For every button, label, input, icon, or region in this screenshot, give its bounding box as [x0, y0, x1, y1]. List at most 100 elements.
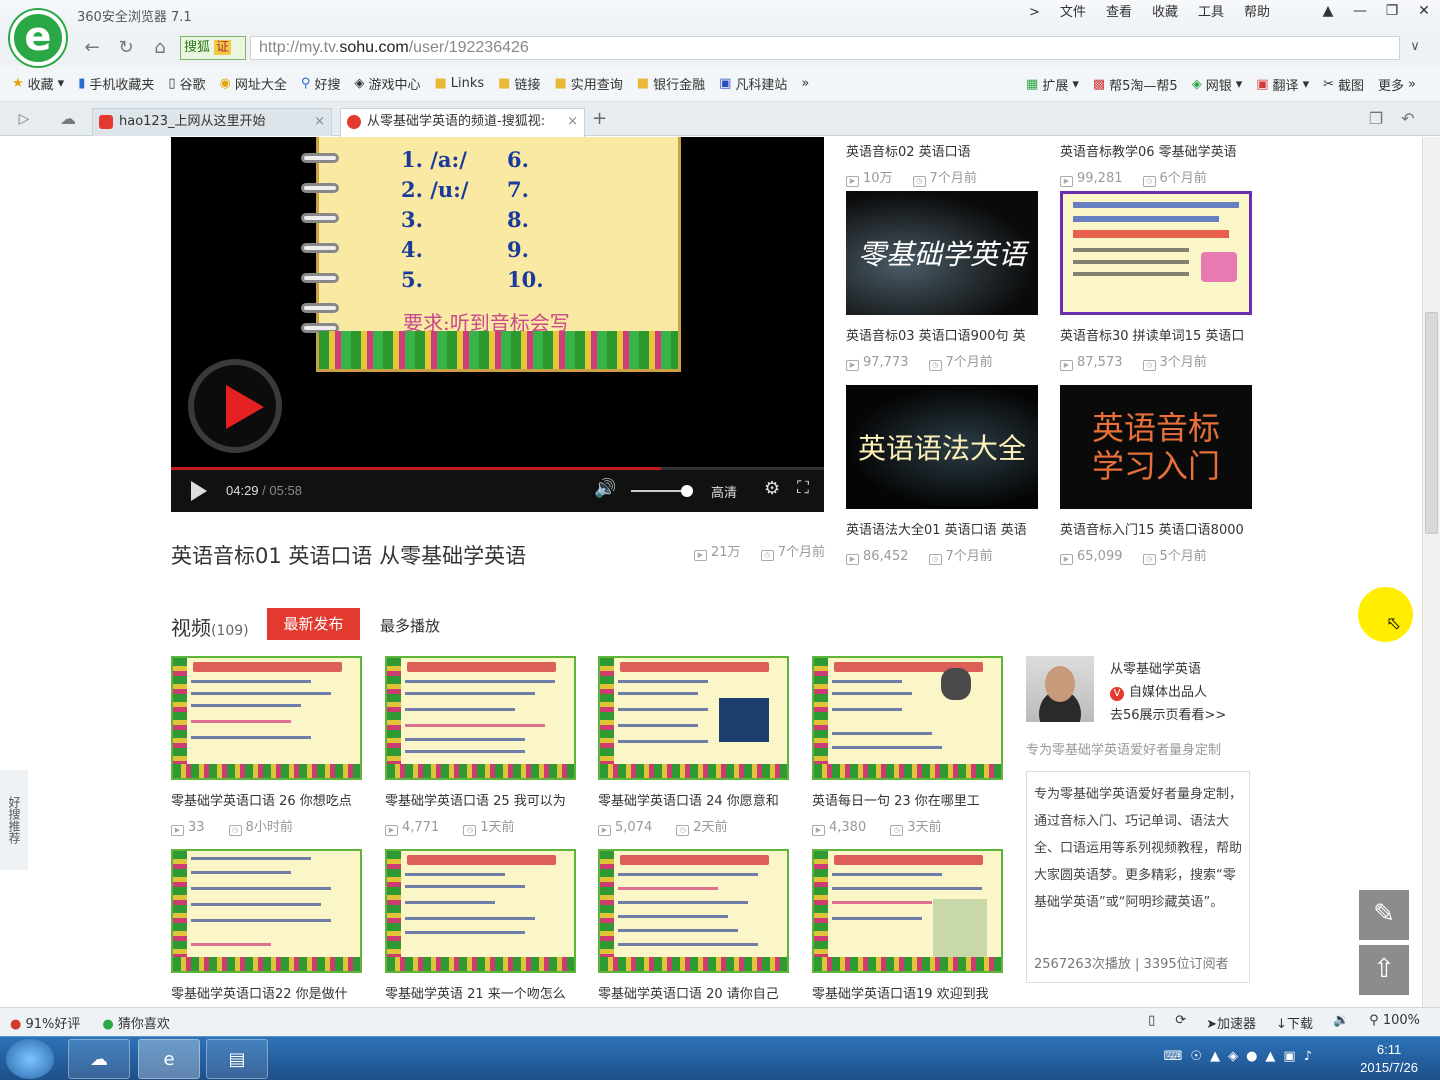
- video-card[interactable]: 零基础学英语口语22 你是做什: [171, 849, 362, 1002]
- side-video-card[interactable]: 零基础学英语 英语音标03 英语口语900句 英 ▶ 97,773 ◷ 7个月前: [846, 191, 1038, 371]
- rating-item[interactable]: ● 91%好评: [10, 1013, 80, 1032]
- tab-newest[interactable]: 最新发布: [267, 608, 360, 640]
- author-56-link[interactable]: 去56展示页看看>>: [1110, 704, 1226, 723]
- quality-button[interactable]: 高清: [711, 482, 737, 501]
- tab-most-played[interactable]: 最多播放: [380, 615, 440, 636]
- restore-tab-icon[interactable]: ❐: [1364, 107, 1388, 131]
- ext-item[interactable]: ▩ 帮5淘—帮5: [1093, 75, 1178, 94]
- browser-360-icon[interactable]: e: [138, 1039, 200, 1079]
- side-video-card[interactable]: 英语音标教学06 零基础学英语 ▶ 99,281 ◷ 6个月前: [1060, 137, 1252, 187]
- ext-item[interactable]: ▣ 翻译 ▾: [1256, 75, 1309, 94]
- fav-item[interactable]: ▯ 谷歌: [168, 74, 205, 93]
- ext-item[interactable]: ◈ 网银 ▾: [1192, 75, 1243, 94]
- undo-icon[interactable]: ↶: [1396, 107, 1420, 131]
- ext-item[interactable]: ✂ 截图: [1323, 75, 1364, 94]
- video-thumbnail[interactable]: 英语语法大全: [846, 385, 1038, 509]
- network-app-icon[interactable]: ☁: [68, 1039, 130, 1079]
- video-thumbnail[interactable]: [171, 656, 362, 780]
- accelerator-item[interactable]: ➤加速器: [1206, 1013, 1256, 1032]
- video-thumbnail[interactable]: [171, 849, 362, 973]
- browser-logo-icon[interactable]: e: [10, 10, 66, 66]
- close-button[interactable]: ✕: [1408, 0, 1440, 24]
- fav-item[interactable]: ■ 链接: [498, 74, 540, 93]
- home-icon[interactable]: ⌂: [148, 36, 172, 60]
- side-recommend-tab[interactable]: 好搜推荐: [0, 770, 28, 870]
- chevron-down-icon[interactable]: ∨: [1402, 36, 1428, 60]
- video-card[interactable]: 英语每日一句 23 你在哪里工 ▶ 4,380 ◷ 3天前: [812, 656, 1003, 836]
- gear-icon[interactable]: ⚙: [764, 478, 780, 499]
- fav-item[interactable]: ▮ 手机收藏夹: [78, 74, 154, 93]
- fav-item[interactable]: ⚲ 好搜: [301, 74, 341, 93]
- big-play-icon[interactable]: [188, 359, 282, 453]
- url-input[interactable]: http://my.tv.sohu.com/user/192236426: [250, 36, 1400, 60]
- side-video-card[interactable]: 英语音标02 英语口语 ▶ 10万 ◷ 7个月前: [846, 137, 1038, 187]
- video-card[interactable]: 零基础学英语口语 25 我可以为 ▶ 4,771 ◷ 1天前: [385, 656, 576, 836]
- video-thumbnail[interactable]: [812, 849, 1003, 973]
- video-thumbnail[interactable]: [812, 656, 1003, 780]
- tab-hao123[interactable]: hao123_上网从这里开始 ×: [92, 108, 332, 136]
- video-card[interactable]: 零基础学英语口语 26 你想吃点 ▶ 33 ◷ 8小时前: [171, 656, 362, 836]
- menu-tools[interactable]: 工具: [1188, 4, 1234, 22]
- close-icon[interactable]: ×: [567, 109, 578, 135]
- minimize-button[interactable]: —: [1344, 0, 1376, 24]
- play-icon[interactable]: [191, 481, 207, 501]
- video-thumbnail[interactable]: [598, 656, 789, 780]
- menu-help[interactable]: 帮助: [1234, 4, 1280, 22]
- system-tray[interactable]: ⌨☉▲◈●▲▣♪: [1164, 1049, 1320, 1064]
- volume-slider[interactable]: [631, 485, 693, 497]
- menu-view[interactable]: 查看: [1096, 4, 1142, 22]
- side-video-card[interactable]: 英语音标30 拼读单词15 英语口 ▶ 87,573 ◷ 3个月前: [1060, 191, 1252, 371]
- maximize-button[interactable]: ❐: [1376, 0, 1408, 24]
- vertical-scrollbar[interactable]: [1422, 137, 1440, 1007]
- video-card[interactable]: 零基础学英语口语 24 你愿意和 ▶ 5,074 ◷ 2天前: [598, 656, 789, 836]
- menu-favorites[interactable]: 收藏: [1142, 4, 1188, 22]
- back-arrow-icon[interactable]: ←: [80, 36, 104, 60]
- fav-item[interactable]: ■ 银行金融: [637, 74, 705, 93]
- video-thumbnail[interactable]: 零基础学英语: [846, 191, 1038, 315]
- refresh-icon[interactable]: ↻: [114, 36, 138, 60]
- search-engine-select[interactable]: 搜狐 证: [180, 36, 246, 60]
- video-thumbnail[interactable]: [598, 849, 789, 973]
- video-thumbnail[interactable]: [1060, 191, 1252, 315]
- fullscreen-icon[interactable]: ⛶: [797, 478, 809, 498]
- sidebar-toggle-icon[interactable]: ▷: [12, 107, 36, 131]
- image-app-icon[interactable]: ▤: [206, 1039, 268, 1079]
- video-thumbnail[interactable]: [385, 656, 576, 780]
- volume-knob[interactable]: [680, 485, 693, 497]
- fav-item[interactable]: ■ 实用查询: [554, 74, 622, 93]
- download-item[interactable]: ↓下载: [1276, 1013, 1313, 1032]
- recommend-item[interactable]: ● 猜你喜欢: [102, 1013, 170, 1032]
- more-favorites-icon[interactable]: »: [801, 76, 809, 91]
- ext-item[interactable]: ▦ 扩展 ▾: [1026, 75, 1079, 94]
- video-thumbnail[interactable]: [385, 849, 576, 973]
- fav-item[interactable]: ★ 收藏 ▾: [12, 74, 64, 93]
- avatar[interactable]: [1026, 656, 1094, 722]
- video-card[interactable]: 零基础学英语 21 来一个吻怎么: [385, 849, 576, 1002]
- clock[interactable]: 6:11 2015/7/26: [1360, 1041, 1418, 1077]
- skin-icon[interactable]: ▲: [1312, 0, 1344, 24]
- author-name[interactable]: 从零基础学英语: [1110, 658, 1201, 677]
- tab-sohu-channel[interactable]: 从零基础学英语的频道-搜狐视: ×: [340, 108, 585, 137]
- scrollbar-thumb[interactable]: [1425, 312, 1438, 534]
- cloud-icon[interactable]: ☁: [56, 107, 80, 131]
- side-video-card[interactable]: 英语音标 学习入门 英语音标入门15 英语口语8000 ▶ 65,099 ◷ 5个月前: [1060, 385, 1252, 565]
- volume-icon[interactable]: 🔊: [594, 478, 616, 499]
- menu-file[interactable]: 文件: [1050, 4, 1096, 22]
- side-video-card[interactable]: 英语语法大全 英语语法大全01 英语口语 英语 ▶ 86,452 ◷ 7个月前: [846, 385, 1038, 565]
- video-card[interactable]: 零基础学英语口语19 欢迎到我: [812, 849, 1003, 1002]
- new-tab-button[interactable]: +: [592, 108, 607, 129]
- fav-item[interactable]: ◈ 游戏中心: [354, 74, 420, 93]
- zoom-item[interactable]: ⚲ 100%: [1369, 1013, 1420, 1032]
- fav-item[interactable]: ▣ 凡科建站: [719, 74, 787, 93]
- phone-icon[interactable]: ▯: [1148, 1013, 1155, 1032]
- mute-icon[interactable]: 🔉: [1333, 1013, 1349, 1032]
- speed-icon[interactable]: ⟳: [1175, 1013, 1186, 1032]
- fav-item[interactable]: ◉ 网址大全: [220, 74, 287, 93]
- start-button[interactable]: [6, 1039, 54, 1079]
- chevron-right-icon[interactable]: >: [1019, 4, 1050, 22]
- edit-icon[interactable]: ✎: [1359, 890, 1409, 940]
- back-to-top-icon[interactable]: ⇧: [1359, 945, 1409, 995]
- video-card[interactable]: 零基础学英语口语 20 请你自己: [598, 849, 789, 1002]
- video-thumbnail[interactable]: 英语音标 学习入门: [1060, 385, 1252, 509]
- fav-item[interactable]: ■ Links: [434, 76, 484, 91]
